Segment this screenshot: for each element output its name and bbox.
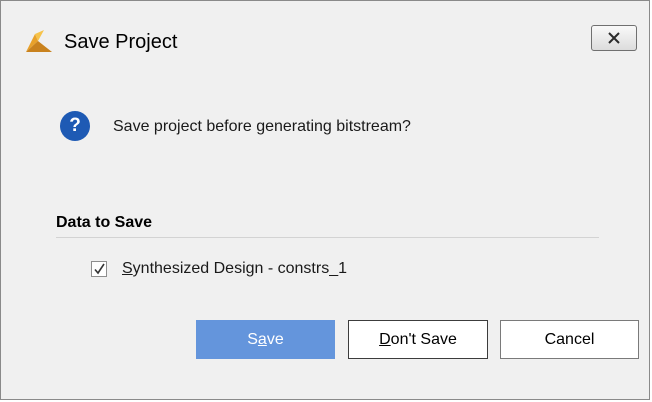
dont-save-button[interactable]: Don't Save — [348, 320, 488, 359]
save-project-dialog: Save Project ? Save project before gener… — [0, 0, 650, 400]
section-divider — [56, 237, 599, 238]
question-icon: ? — [60, 111, 90, 141]
save-label-mnemonic: a — [257, 331, 267, 348]
vivado-logo-icon — [24, 28, 54, 54]
window-title: Save Project — [64, 31, 178, 53]
label-mnemonic: S — [122, 260, 133, 277]
synthesized-design-checkbox[interactable] — [91, 261, 107, 277]
save-label-post: ve — [266, 331, 284, 348]
cancel-button[interactable]: Cancel — [500, 320, 639, 359]
close-button[interactable] — [591, 25, 637, 51]
dialog-message: Save project before generating bitstream… — [113, 118, 411, 135]
dont-save-label-post: on't Save — [390, 331, 457, 348]
synthesized-design-label[interactable]: Synthesized Design - constrs_1 — [122, 260, 347, 278]
section-title: Data to Save — [56, 214, 153, 231]
save-button[interactable]: Save — [196, 320, 335, 359]
dialog-content: ? Save project before generating bitstre… — [1, 80, 649, 399]
title-bar[interactable]: Save Project — [1, 1, 649, 80]
save-label-pre: S — [247, 331, 258, 348]
dont-save-label-mnemonic: D — [379, 331, 391, 348]
label-text: ynthesized Design - constrs_1 — [132, 260, 347, 277]
